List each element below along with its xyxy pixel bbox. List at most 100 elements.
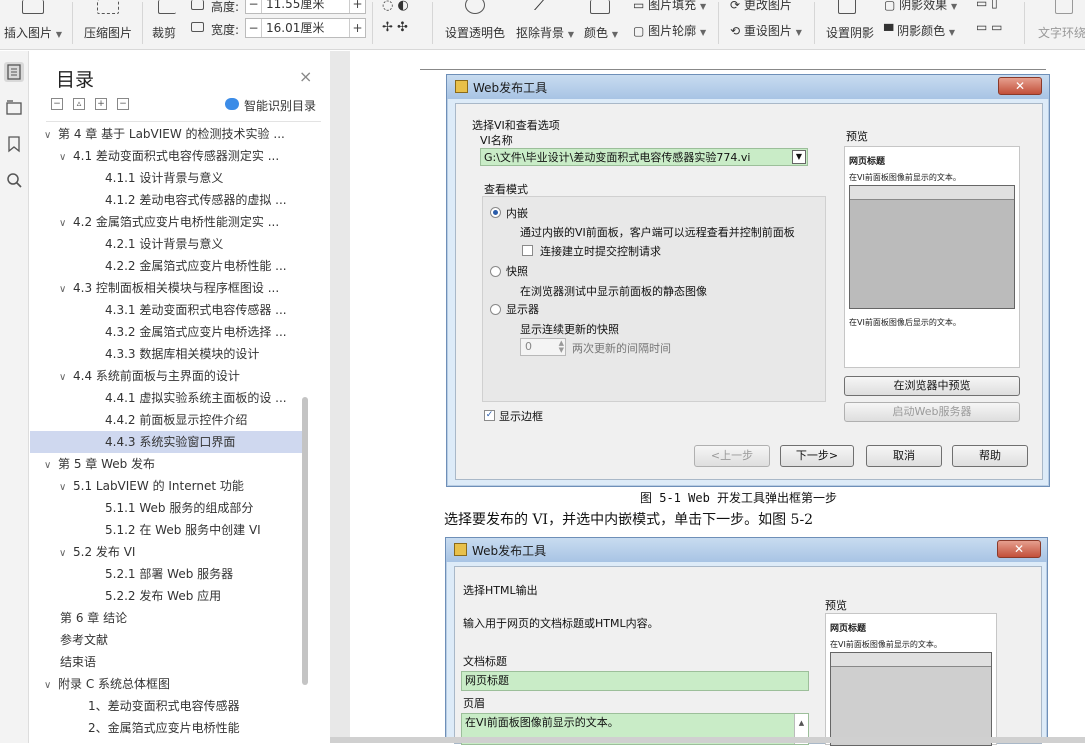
snapshot-radio[interactable]	[490, 266, 501, 277]
show-border-label[interactable]: 显示边框	[499, 408, 543, 424]
smart-toc-button[interactable]: 智能识别目录	[244, 97, 316, 114]
toc-item[interactable]: 5.1.1 Web 服务的组成部分	[30, 497, 302, 519]
cancel-button[interactable]: 取消	[866, 445, 942, 467]
insert-picture-button[interactable]: 插入图片 ▼	[4, 24, 62, 41]
toc-item[interactable]: ∨ 第 5 章 Web 发布	[30, 453, 302, 475]
embed-radio[interactable]	[490, 207, 501, 218]
toc-item[interactable]: 5.2.2 发布 Web 应用	[30, 585, 302, 607]
spinner-arrows-icon[interactable]: ▲ ▼	[559, 340, 564, 354]
chevron-down-icon[interactable]: ∨	[59, 477, 73, 497]
width-value: 16.01厘米	[266, 21, 325, 35]
compress-picture-button[interactable]: 压缩图片	[84, 24, 132, 41]
chevron-down-icon[interactable]: ∨	[59, 213, 73, 233]
connect-request-label[interactable]: 连接建立时提交控制请求	[540, 243, 661, 259]
toc-item[interactable]: ∨ 第 4 章 基于 LabVIEW 的检测技术实验 ...	[30, 123, 302, 145]
horizontal-scrollbar[interactable]	[330, 737, 1085, 743]
show-border-checkbox[interactable]: ✓	[484, 410, 495, 421]
bookmark-icon[interactable]	[4, 134, 24, 154]
shadow-nudge-icons-2[interactable]: ▭ ▭	[976, 20, 1003, 34]
remove-heading-button[interactable]: −	[117, 98, 129, 110]
preview-in-browser-button[interactable]: 在浏览器中预览	[844, 376, 1020, 396]
close-button[interactable]: ✕	[997, 540, 1041, 558]
chevron-down-icon[interactable]: ∨	[44, 675, 58, 695]
monitor-radio[interactable]	[490, 304, 501, 315]
width-increase-button[interactable]: +	[349, 19, 365, 37]
connect-request-checkbox[interactable]	[522, 245, 533, 256]
embed-label[interactable]: 内嵌	[506, 205, 528, 221]
shadow-effect-button[interactable]: ▢ 阴影效果 ▼	[884, 0, 957, 13]
toc-item[interactable]: 第 6 章 结论	[30, 607, 302, 629]
doc-title-field[interactable]: 网页标题	[461, 671, 809, 691]
start-web-server-button[interactable]: 启动Web服务器	[844, 402, 1020, 422]
toc-item[interactable]: 结束语	[30, 651, 302, 673]
shadow-nudge-icons[interactable]: ▭ ▯	[976, 0, 998, 10]
color-button[interactable]: 颜色 ▼	[584, 24, 618, 41]
toc-item[interactable]: ∨ 5.2 发布 VI	[30, 541, 302, 563]
outline-icon[interactable]	[4, 98, 24, 118]
toc-item[interactable]: 4.4.1 虚拟实验系统主面板的设 ...	[30, 387, 302, 409]
set-transparent-button[interactable]: 设置透明色	[445, 24, 505, 41]
toc-item[interactable]: 4.1.1 设计背景与意义	[30, 167, 302, 189]
toc-item[interactable]: 4.2.2 金属箔式应变片电桥性能 ...	[30, 255, 302, 277]
remove-bg-button[interactable]: 抠除背景 ▼	[516, 24, 574, 41]
toc-item[interactable]: ∨ 5.1 LabVIEW 的 Internet 功能	[30, 475, 302, 497]
toc-item[interactable]: ∨ 附录 C 系统总体框图	[30, 673, 302, 695]
monitor-label[interactable]: 显示器	[506, 301, 539, 317]
search-icon[interactable]	[4, 170, 24, 190]
web-publish-dialog-1[interactable]: Web发布工具 ✕ 选择VI和查看选项 VI名称 G:\文件\毕业设计\差动变面…	[446, 74, 1050, 487]
interval-spinner[interactable]: 0 ▲ ▼	[520, 338, 566, 356]
toc-item[interactable]: 4.2.1 设计背景与意义	[30, 233, 302, 255]
picture-outline-button[interactable]: ▢ 图片轮廓 ▼	[633, 22, 706, 39]
toc-item[interactable]: ∨ 4.3 控制面板相关模块与程序框图设 ...	[30, 277, 302, 299]
picture-fill-button[interactable]: ▭ 图片填充 ▼	[633, 0, 706, 13]
shadow-color-button[interactable]: ▀ 阴影颜色 ▼	[884, 22, 955, 39]
close-icon[interactable]: ×	[299, 67, 312, 86]
reset-picture-button[interactable]: ⟲ 重设图片 ▼	[730, 22, 802, 39]
toc-item[interactable]: ∨ 4.1 差动变面积式电容传感器测定实 ...	[30, 145, 302, 167]
help-button[interactable]: 帮助	[952, 445, 1028, 467]
toc-item[interactable]: 2、金属箔式应变片电桥性能	[30, 717, 302, 739]
height-spinner[interactable]: − 11.55厘米 +	[245, 0, 366, 14]
flip-icons[interactable]: ✢ ✣	[382, 20, 408, 35]
chevron-down-icon[interactable]: ▼	[792, 150, 806, 164]
web-publish-dialog-2[interactable]: Web发布工具 ✕ 选择HTML输出 输入用于网页的文档标题或HTML内容。 文…	[445, 537, 1048, 746]
prev-button[interactable]: <上一步	[694, 445, 770, 467]
toc-item[interactable]: 4.3.3 数据库相关模块的设计	[30, 343, 302, 365]
text-wrap-button[interactable]: 文字环绕	[1038, 24, 1085, 41]
chevron-down-icon[interactable]: ∨	[44, 125, 58, 145]
change-picture-button[interactable]: ⟳ 更改图片	[730, 0, 792, 13]
height-decrease-button[interactable]: −	[246, 0, 262, 13]
expand-level-button[interactable]: ▵	[73, 98, 85, 110]
toc-item[interactable]: 1、差动变面积式电容传感器	[30, 695, 302, 717]
next-button[interactable]: 下一步>	[780, 445, 854, 467]
collapse-all-button[interactable]: −	[51, 98, 63, 110]
chevron-down-icon[interactable]: ∨	[44, 455, 58, 475]
set-shadow-button[interactable]: 设置阴影	[826, 24, 874, 41]
toc-item[interactable]: 参考文献	[30, 629, 302, 651]
toc-item[interactable]: 4.3.2 金属箔式应变片电桥选择 ...	[30, 321, 302, 343]
snapshot-label[interactable]: 快照	[506, 263, 528, 279]
chevron-down-icon[interactable]: ∨	[59, 367, 73, 387]
rotate-icons[interactable]: ◌ ◐	[382, 0, 409, 13]
crop-button[interactable]: 裁剪	[152, 24, 176, 41]
chevron-down-icon[interactable]: ∨	[59, 279, 73, 299]
toc-panel-icon[interactable]	[4, 62, 24, 82]
chevron-down-icon[interactable]: ∨	[59, 147, 73, 167]
height-increase-button[interactable]: +	[349, 0, 365, 13]
toc-item[interactable]: ∨ 4.4 系统前面板与主界面的设计	[30, 365, 302, 387]
chevron-down-icon[interactable]: ∨	[59, 543, 73, 563]
toc-item[interactable]: 5.2.1 部署 Web 服务器	[30, 563, 302, 585]
width-spinner[interactable]: − 16.01厘米 +	[245, 18, 366, 38]
toc-item[interactable]: 5.1.2 在 Web 服务中创建 VI	[30, 519, 302, 541]
toc-scrollbar[interactable]	[302, 397, 308, 685]
add-heading-button[interactable]: +	[95, 98, 107, 110]
width-decrease-button[interactable]: −	[246, 19, 262, 37]
vi-path-field[interactable]: G:\文件\毕业设计\差动变面积式电容传感器实验774.vi ▼	[480, 148, 808, 166]
toc-item[interactable]: 4.3.1 差动变面积式电容传感器 ...	[30, 299, 302, 321]
toc-item[interactable]: ∨ 4.2 金属箔式应变片电桥性能测定实 ...	[30, 211, 302, 233]
toc-item[interactable]: 4.4.2 前面板显示控件介绍	[30, 409, 302, 431]
toc-item-label: 4.4.1 虚拟实验系统主面板的设 ...	[105, 391, 287, 405]
toc-item[interactable]: 4.4.3 系统实验窗口界面	[30, 431, 302, 453]
toc-item[interactable]: 4.1.2 差动电容式传感器的虚拟 ...	[30, 189, 302, 211]
close-button[interactable]: ✕	[998, 77, 1042, 95]
